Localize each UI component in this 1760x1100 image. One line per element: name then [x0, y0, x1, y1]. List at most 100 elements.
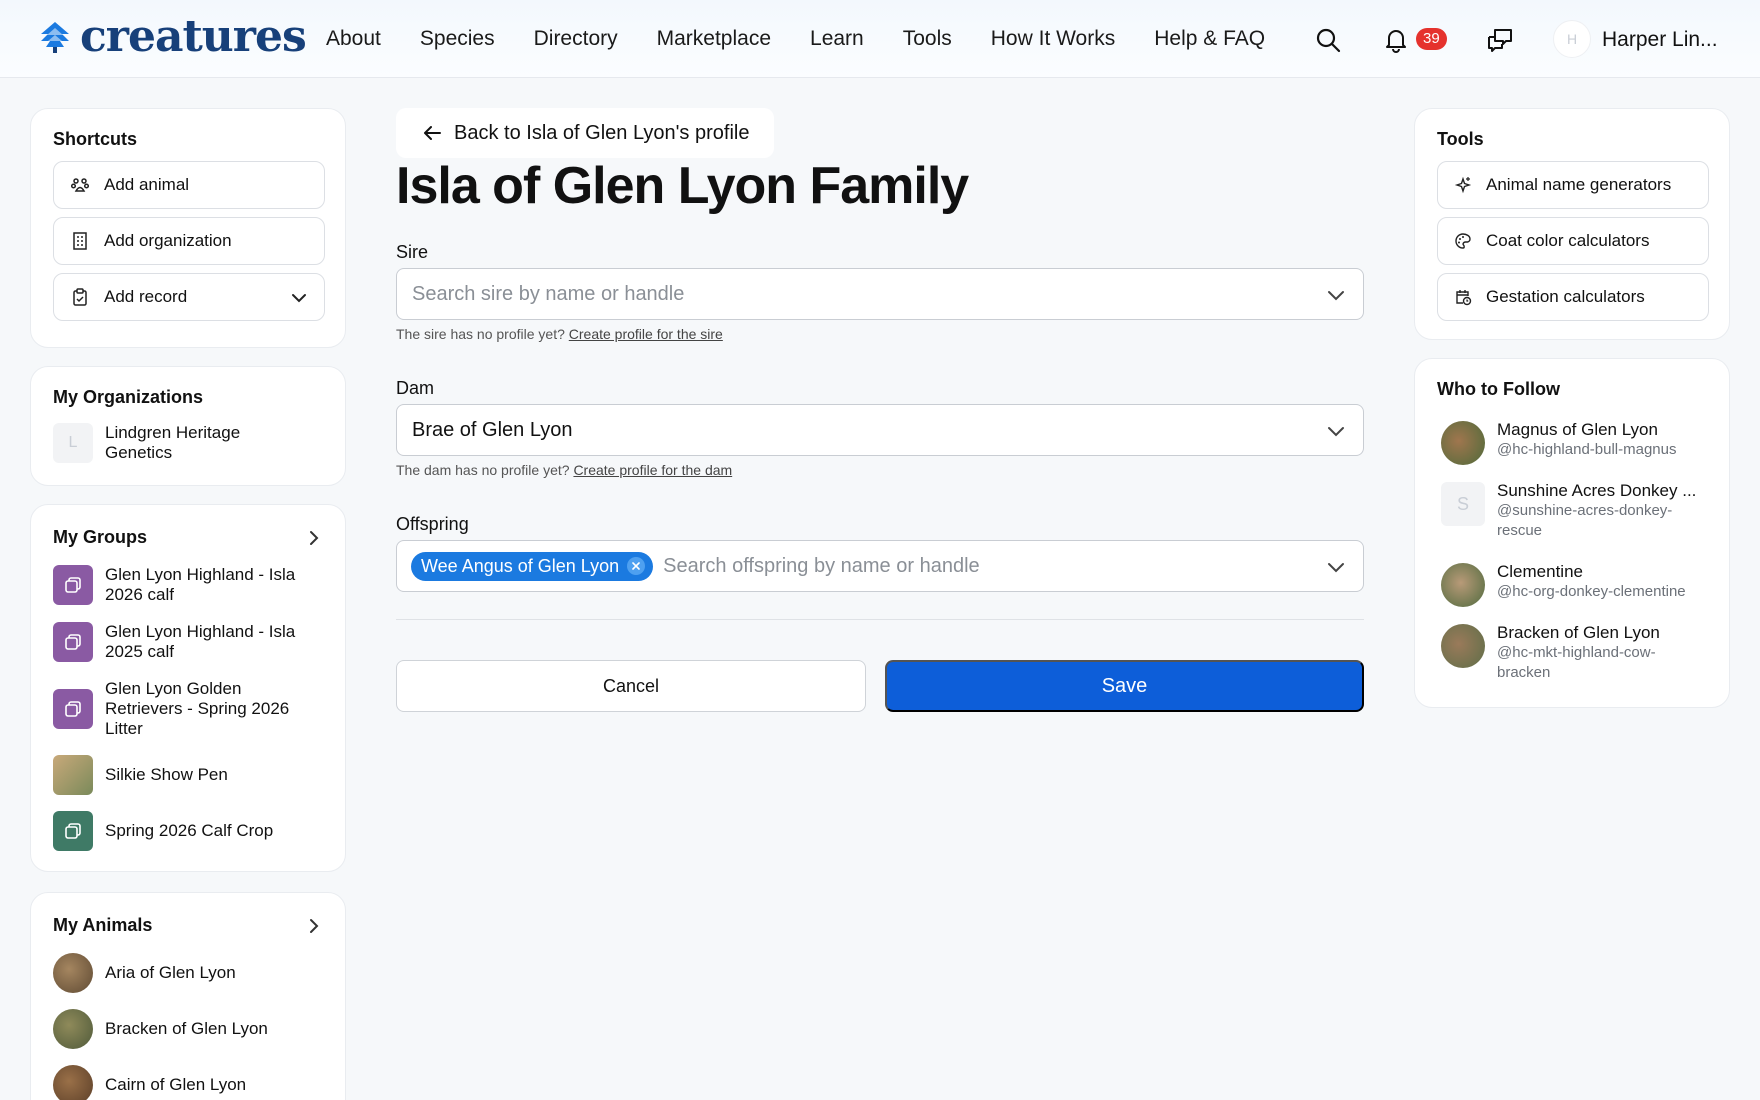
follow-suggestion[interactable]: Clementine @hc-org-donkey-clementine: [1441, 561, 1686, 607]
animal-name-generators-label: Animal name generators: [1486, 175, 1672, 194]
dam-label: Dam: [396, 378, 435, 398]
dam-value: Brae of Glen Lyon: [412, 418, 573, 441]
offspring-select[interactable]: Wee Angus of Glen Lyon Search offspring …: [396, 540, 1364, 592]
chevron-right-icon[interactable]: [305, 917, 323, 935]
user-name[interactable]: Harper Lin...: [1602, 25, 1718, 55]
shortcuts-card: Shortcuts Add animal Add organization Ad…: [30, 108, 346, 348]
logo-text: creatures: [80, 11, 307, 62]
group-item[interactable]: Glen Lyon Highland - Isla 2026 calf: [53, 565, 295, 605]
group-name-line1: Glen Lyon Golden: [105, 679, 242, 698]
group-item[interactable]: Silkie Show Pen: [53, 755, 228, 795]
gestation-calculators-button[interactable]: Gestation calculators: [1437, 273, 1709, 321]
chevron-right-icon[interactable]: [305, 529, 323, 547]
who-to-follow-title: Who to Follow: [1437, 379, 1560, 399]
group-name-line2: 2026 calf: [105, 585, 174, 604]
organization-name-line2: Genetics: [105, 443, 173, 462]
animal-name: Aria of Glen Lyon: [105, 963, 236, 982]
user-avatar[interactable]: H: [1553, 20, 1591, 58]
follow-suggestion[interactable]: S Sunshine Acres Donkey ... @sunshine-acr…: [1441, 480, 1696, 541]
group-photo: [53, 755, 93, 795]
follow-suggestion[interactable]: Bracken of Glen Lyon @hc-mkt-highland-cow…: [1441, 622, 1660, 683]
create-dam-profile-link[interactable]: Create profile for the dam: [573, 462, 732, 478]
animal-item[interactable]: Cairn of Glen Lyon: [53, 1065, 246, 1100]
clipboard-icon: [70, 287, 90, 307]
nav-species[interactable]: Species: [420, 24, 495, 54]
coat-color-calculators-button[interactable]: Coat color calculators: [1437, 217, 1709, 265]
sire-select[interactable]: Search sire by name or handle: [396, 268, 1364, 320]
animal-avatar: [53, 1009, 93, 1049]
organization-avatar: L: [53, 423, 93, 463]
offspring-label: Offspring: [396, 514, 469, 534]
nav-learn[interactable]: Learn: [810, 24, 864, 54]
group-item[interactable]: Glen Lyon Golden Retrievers - Spring 2026…: [53, 679, 289, 739]
bell-icon[interactable]: [1381, 25, 1411, 55]
animal-name: Cairn of Glen Lyon: [105, 1075, 247, 1094]
follow-name: Bracken of Glen Lyon: [1497, 623, 1660, 642]
add-record-button[interactable]: Add record: [53, 273, 325, 321]
animal-avatar: [53, 953, 93, 993]
nav-how-it-works[interactable]: How It Works: [991, 24, 1115, 54]
gestation-calculators-label: Gestation calculators: [1486, 287, 1645, 306]
cancel-button[interactable]: Cancel: [396, 660, 866, 712]
group-item[interactable]: Glen Lyon Highland - Isla 2025 calf: [53, 622, 295, 662]
group-name-line1: Glen Lyon Highland - Isla: [105, 565, 296, 584]
group-name: Silkie Show Pen: [105, 765, 228, 784]
group-name-line2: 2025 calf: [105, 642, 174, 661]
building-icon: [70, 231, 90, 251]
sire-hint: The sire has no profile yet? Create prof…: [396, 326, 723, 342]
dam-hint: The dam has no profile yet? Create profi…: [396, 462, 732, 478]
nav-marketplace[interactable]: Marketplace: [657, 24, 771, 54]
animal-item[interactable]: Bracken of Glen Lyon: [53, 1009, 268, 1049]
follow-avatar: [1441, 563, 1485, 607]
coat-color-calculators-label: Coat color calculators: [1486, 231, 1650, 250]
groups-title: My Groups: [53, 527, 148, 547]
back-label: Back to Isla of Glen Lyon's profile: [454, 121, 750, 144]
main-nav: About Species Directory Marketplace Lear…: [326, 24, 1265, 54]
tools-card: Tools Animal name generators Coat color …: [1414, 108, 1730, 340]
animal-avatar: [53, 1065, 93, 1100]
messages-icon[interactable]: [1485, 25, 1515, 55]
save-button[interactable]: Save: [885, 660, 1364, 712]
follow-avatar: [1441, 624, 1485, 668]
offspring-chip: Wee Angus of Glen Lyon: [411, 551, 654, 581]
logo[interactable]: creatures: [38, 11, 307, 62]
group-name-line2: Retrievers - Spring 2026: [105, 699, 290, 718]
paw-icon: [70, 175, 90, 195]
close-icon[interactable]: [627, 557, 646, 575]
create-sire-profile-link[interactable]: Create profile for the sire: [569, 326, 723, 342]
tools-title: Tools: [1437, 129, 1484, 149]
group-item[interactable]: Spring 2026 Calf Crop: [53, 811, 273, 851]
sire-placeholder: Search sire by name or handle: [412, 282, 685, 305]
group-icon: [53, 811, 93, 851]
add-organization-button[interactable]: Add organization: [53, 217, 325, 265]
nav-tools[interactable]: Tools: [903, 24, 952, 54]
page-title: Isla of Glen Lyon Family: [396, 157, 969, 215]
back-to-profile-link[interactable]: Back to Isla of Glen Lyon's profile: [396, 108, 774, 158]
top-header: creatures About Species Directory Market…: [0, 0, 1760, 78]
search-icon[interactable]: [1313, 25, 1343, 55]
follow-handle: @sunshine-acres-donkey-: [1497, 502, 1673, 519]
dam-select[interactable]: Brae of Glen Lyon: [396, 404, 1364, 456]
animal-name-generators-button[interactable]: Animal name generators: [1437, 161, 1709, 209]
groups-card: My Groups Glen Lyon Highland - Isla 2026 …: [30, 504, 346, 872]
palette-icon: [1454, 232, 1472, 250]
add-record-label: Add record: [104, 287, 188, 306]
follow-handle: @hc-org-donkey-clementine: [1497, 583, 1686, 600]
nav-help-faq[interactable]: Help & FAQ: [1154, 24, 1265, 54]
add-animal-label: Add animal: [104, 175, 190, 194]
arrow-left-icon: [422, 124, 442, 142]
animals-card: My Animals Aria of Glen Lyon Bracken of …: [30, 892, 346, 1100]
follow-suggestion[interactable]: Magnus of Glen Lyon @hc-highland-bull-mag…: [1441, 419, 1677, 465]
add-animal-button[interactable]: Add animal: [53, 161, 325, 209]
follow-handle: @hc-mkt-highland-cow-: [1497, 644, 1656, 661]
shortcuts-title: Shortcuts: [53, 129, 138, 149]
nav-about[interactable]: About: [326, 24, 381, 54]
nav-directory[interactable]: Directory: [534, 24, 618, 54]
chevron-down-icon: [1325, 420, 1347, 442]
animal-item[interactable]: Aria of Glen Lyon: [53, 953, 236, 993]
follow-handle: @hc-highland-bull-magnus: [1497, 441, 1677, 458]
calendar-clock-icon: [1454, 288, 1472, 306]
follow-name: Clementine: [1497, 562, 1583, 581]
animal-name: Bracken of Glen Lyon: [105, 1019, 268, 1038]
organization-item[interactable]: L Lindgren Heritage Genetics: [53, 423, 240, 463]
